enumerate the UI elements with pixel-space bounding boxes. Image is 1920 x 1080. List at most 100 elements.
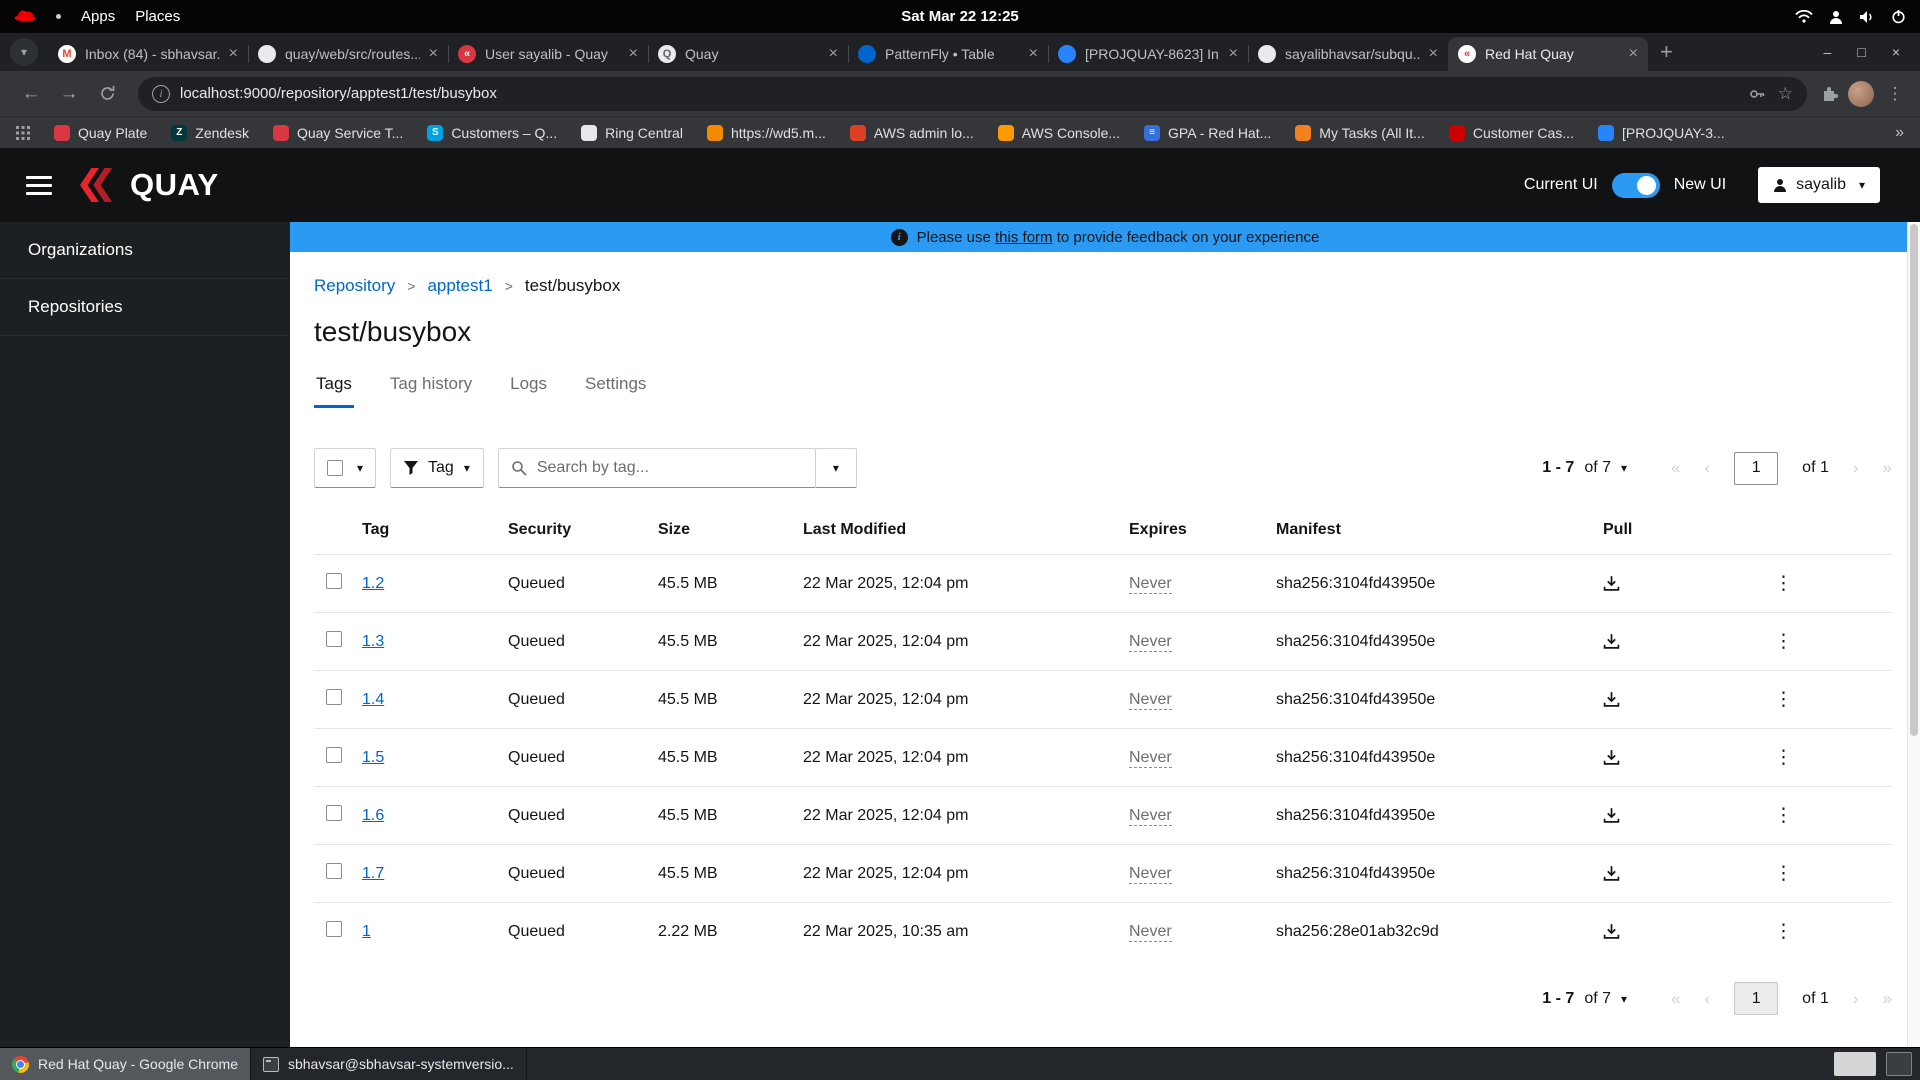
select-all-checkbox[interactable] [327,460,343,476]
tag-link[interactable]: 1.3 [362,633,384,650]
tab-close-icon[interactable]: × [229,45,238,63]
taskbar-window-terminal[interactable]: sbhavsar@sbhavsar-systemversio... [251,1048,527,1080]
download-icon[interactable] [1603,575,1750,592]
breadcrumb-namespace[interactable]: apptest1 [427,276,492,296]
repo-tab[interactable]: Logs [508,374,549,408]
bookmark-item[interactable]: Quay Service T... [272,124,403,141]
search-input[interactable] [536,459,803,477]
row-checkbox[interactable] [326,689,342,705]
row-checkbox[interactable] [326,921,342,937]
prev-page-button[interactable]: ‹ [1705,989,1711,1009]
new-tab-button[interactable]: + [1660,39,1673,65]
row-kebab-menu[interactable]: ⋮ [1774,631,1793,652]
window-minimize-button[interactable]: – [1824,44,1832,60]
ui-toggle-switch[interactable] [1611,172,1660,198]
password-key-icon[interactable] [1749,86,1765,102]
tab-close-icon[interactable]: × [1229,45,1238,63]
sidebar-item[interactable]: Organizations [0,222,290,279]
bookmarks-overflow-icon[interactable]: » [1895,124,1904,142]
download-icon[interactable] [1603,807,1750,824]
bookmark-item[interactable]: https://wd5.m... [706,124,826,141]
row-kebab-menu[interactable]: ⋮ [1774,805,1793,826]
security-status[interactable]: Queued [496,902,646,960]
security-status[interactable]: Queued [496,786,646,845]
last-page-button[interactable]: » [1883,989,1892,1009]
tab-close-icon[interactable]: × [1429,45,1438,63]
tag-link[interactable]: 1.4 [362,691,384,708]
taskbar-window-chrome[interactable]: Red Hat Quay - Google Chrome [0,1048,251,1080]
bookmark-item[interactable]: AWS admin lo... [849,124,974,141]
bookmark-item[interactable]: S Customers – Q... [427,124,557,141]
redhat-logo-icon[interactable] [14,10,36,23]
tag-link[interactable]: 1.5 [362,749,384,766]
page-number-input[interactable] [1734,982,1779,1015]
site-info-icon[interactable]: i [152,84,170,103]
browser-tab[interactable]: PatternFly • Table × [848,37,1048,71]
forward-button[interactable]: → [52,77,86,111]
places-menu[interactable]: Places [135,8,180,25]
browser-tab[interactable]: [PROJQUAY-8623] In... × [1048,37,1248,71]
security-status[interactable]: Queued [496,554,646,613]
first-page-button[interactable]: « [1671,458,1680,478]
bulk-select-dropdown[interactable]: ▾ [314,448,377,488]
browser-tab[interactable]: sayalibhavsar/subqu... × [1248,37,1448,71]
download-icon[interactable] [1603,865,1750,882]
repo-tab[interactable]: Settings [583,374,648,408]
sidebar-item[interactable]: Repositories [0,279,290,336]
window-maximize-button[interactable]: □ [1857,44,1865,60]
chrome-menu-icon[interactable]: ⋮ [1884,84,1906,104]
expires-value[interactable]: Never [1129,690,1172,710]
workspace-current[interactable] [1834,1052,1876,1076]
row-checkbox[interactable] [326,631,342,647]
row-kebab-menu[interactable]: ⋮ [1774,747,1793,768]
filter-dropdown[interactable]: Tag ▾ [390,448,484,488]
hamburger-menu-icon[interactable] [26,175,52,195]
system-tray[interactable] [1795,9,1906,24]
tag-link[interactable]: 1 [362,923,371,940]
pagination-summary[interactable]: 1 - 7 of 7 ▾ [1542,459,1627,477]
next-page-button[interactable]: › [1853,989,1859,1009]
bookmark-item[interactable]: ≡ GPA - Red Hat... [1144,124,1271,141]
security-status[interactable]: Queued [496,612,646,671]
tag-link[interactable]: 1.7 [362,865,384,882]
tab-search-button[interactable]: ▾ [10,38,38,66]
search-expand-button[interactable]: ▾ [814,448,857,488]
download-icon[interactable] [1603,923,1750,940]
tab-close-icon[interactable]: × [1029,45,1038,63]
apps-grid-icon[interactable] [16,125,30,140]
clock[interactable]: Sat Mar 22 12:25 [901,8,1019,25]
expires-value[interactable]: Never [1129,748,1172,768]
page-number-input[interactable] [1734,451,1779,485]
row-checkbox[interactable] [326,747,342,763]
expires-value[interactable]: Never [1129,922,1172,942]
tab-close-icon[interactable]: × [629,45,638,63]
profile-avatar[interactable] [1848,80,1874,107]
bookmark-star-icon[interactable]: ☆ [1778,84,1793,104]
expires-value[interactable]: Never [1129,632,1172,652]
bookmark-item[interactable]: Ring Central [581,124,683,141]
bookmark-item[interactable]: Z Zendesk [171,124,249,141]
pagination-summary[interactable]: 1 - 7 of 7 ▾ [1542,990,1627,1008]
row-checkbox[interactable] [326,573,342,589]
row-checkbox[interactable] [326,805,342,821]
download-icon[interactable] [1603,749,1750,766]
tag-link[interactable]: 1.2 [362,575,384,592]
security-status[interactable]: Queued [496,728,646,787]
browser-tab[interactable]: Q Quay × [648,37,848,71]
expires-value[interactable]: Never [1129,806,1172,826]
search-box[interactable] [497,448,816,488]
next-page-button[interactable]: › [1853,458,1859,478]
scrollbar-thumb[interactable] [1910,224,1918,736]
security-status[interactable]: Queued [496,670,646,729]
bookmark-item[interactable]: Quay Plate [54,124,147,141]
tab-close-icon[interactable]: × [829,45,838,63]
row-kebab-menu[interactable]: ⋮ [1774,573,1793,594]
browser-tab[interactable]: « Red Hat Quay × [1448,37,1648,71]
feedback-form-link[interactable]: this form [995,229,1053,246]
tab-close-icon[interactable]: × [429,45,438,63]
bookmark-item[interactable]: [PROJQUAY-3... [1597,124,1725,141]
extensions-icon[interactable] [1821,85,1838,102]
repo-tab[interactable]: Tags [314,374,354,408]
tag-link[interactable]: 1.6 [362,807,384,824]
quay-logo[interactable]: QUAY [76,167,219,203]
